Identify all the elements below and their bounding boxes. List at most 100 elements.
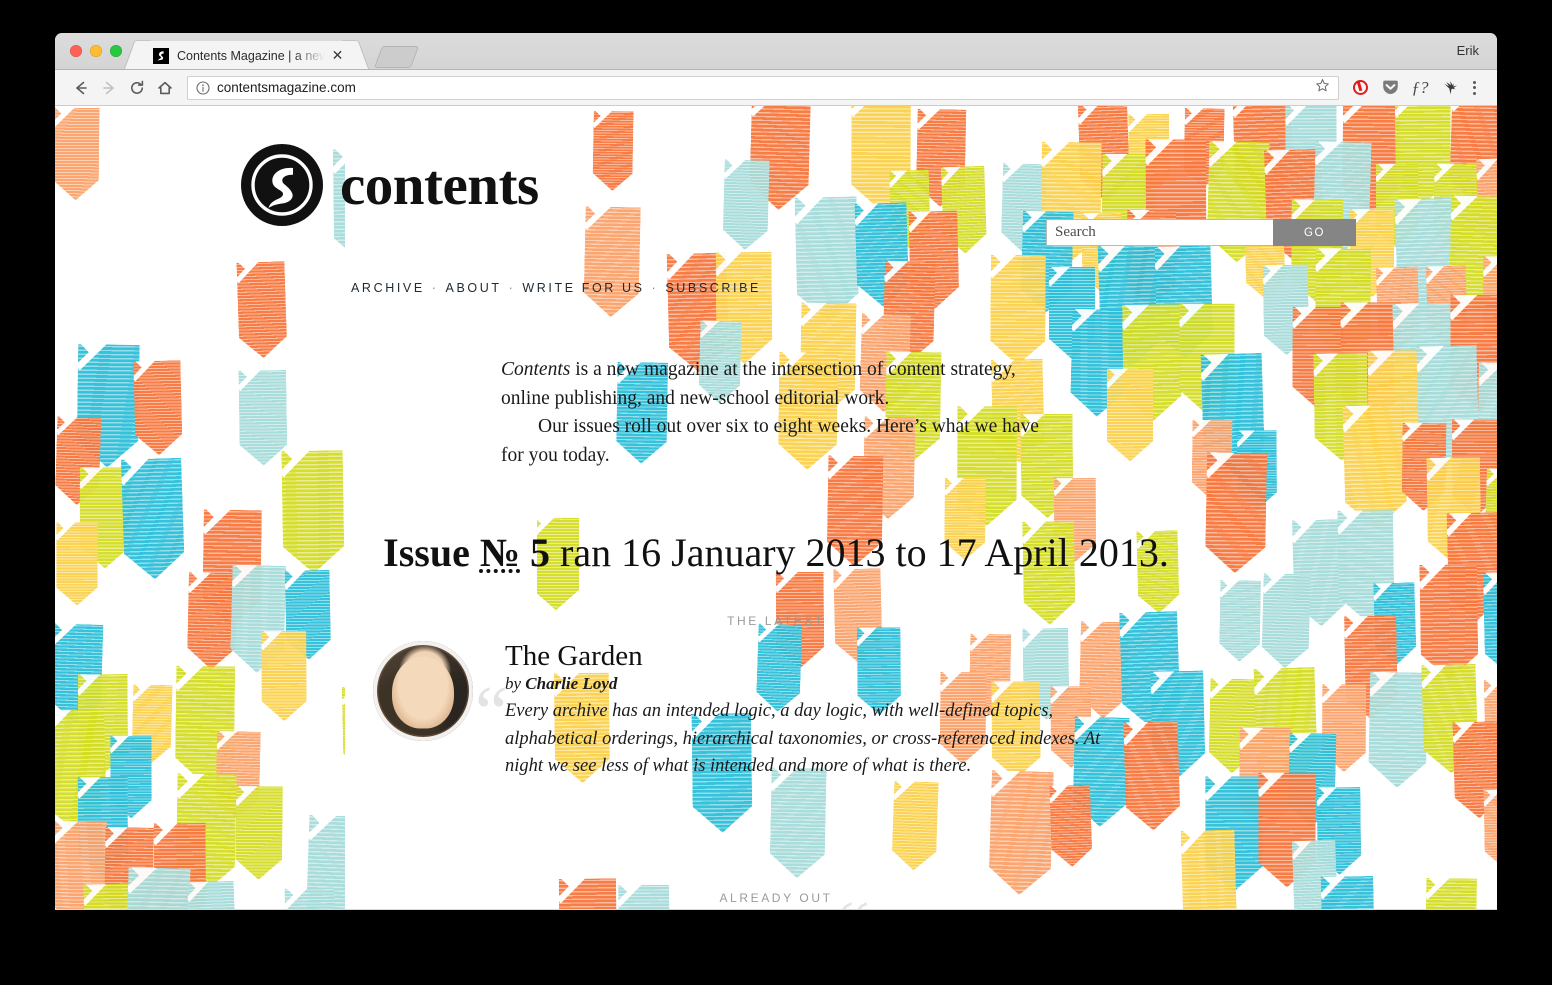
bookmark-shape	[1315, 248, 1371, 359]
issue-headline: Issue № 5 ran 16 January 2013 to 17 Apri…	[55, 531, 1497, 575]
nav-item-write-for-us[interactable]: WRITE FOR US	[522, 281, 644, 295]
bookmark-shape	[1376, 266, 1420, 351]
author-avatar-charlie-loyd	[373, 641, 473, 741]
desktop-background: Contents Magazine | a new magazine ✕ Eri…	[0, 0, 1552, 985]
bookmark-shape	[1368, 672, 1428, 789]
address-bar-url: contentsmagazine.com	[217, 80, 356, 95]
post-author[interactable]: Charlie Loyd	[525, 674, 617, 693]
bookmark-shape	[1070, 309, 1126, 418]
reload-icon[interactable]	[123, 74, 151, 102]
bookmark-shape	[1483, 257, 1497, 353]
site-search-form: GO	[1046, 219, 1356, 246]
bookmark-shape	[1477, 362, 1497, 471]
nav-item-subscribe[interactable]: SUBSCRIBE	[665, 281, 761, 295]
back-arrow-icon[interactable]	[67, 74, 95, 102]
bookmark-shape	[1119, 611, 1181, 729]
site-brand[interactable]: contents	[241, 144, 539, 226]
bookmark-shape	[1449, 195, 1497, 312]
pocket-extension-icon[interactable]	[1377, 75, 1403, 101]
bird-extension-icon[interactable]	[1437, 75, 1463, 101]
page-viewport: contents ARCHIVE · ABOUT · WRITE FOR US …	[55, 106, 1497, 909]
bookmark-shape	[889, 170, 931, 250]
bookmark-shape	[133, 361, 183, 457]
close-tab-button[interactable]: ✕	[330, 48, 345, 63]
bookmark-shape	[1049, 785, 1092, 868]
bookmark-shape	[1205, 776, 1263, 891]
intro-lead-italic: Contents	[501, 359, 571, 380]
site-wordmark: contents	[340, 153, 539, 217]
nav-item-about[interactable]: ABOUT	[446, 281, 502, 295]
issue-date-range: ran 16 January 2013 to 17 April 2013.	[550, 530, 1169, 575]
bookmark-shape	[1000, 163, 1047, 253]
bookmark-shape	[1239, 727, 1291, 830]
bookmark-shape	[716, 252, 773, 364]
close-window-button[interactable]	[70, 45, 82, 57]
bookmark-shape	[175, 666, 235, 785]
bookmark-shape	[1401, 423, 1446, 511]
nav-separator: ·	[431, 281, 439, 295]
bookmark-star-icon[interactable]	[1307, 78, 1330, 98]
post-excerpt-text: Every archive has an intended logic, a d…	[505, 701, 1101, 777]
chrome-browser-window: Contents Magazine | a new magazine ✕ Eri…	[55, 33, 1497, 910]
home-icon[interactable]	[151, 74, 179, 102]
section-label-already-out: ALREADY OUT	[719, 891, 833, 905]
bookmark-shape	[1290, 200, 1342, 303]
bookmark-shape	[1476, 158, 1497, 257]
search-input[interactable]	[1046, 219, 1273, 246]
bookmark-shape	[110, 735, 152, 818]
bookmark-shape	[76, 344, 139, 468]
bookmark-shape	[236, 786, 284, 880]
post-title[interactable]: The Garden	[505, 641, 1113, 672]
three-dot-menu-icon[interactable]	[1463, 75, 1485, 101]
bookmark-shape	[131, 684, 172, 763]
page-info-icon[interactable]	[196, 80, 210, 95]
bookmark-shape	[990, 255, 1046, 365]
bookmark-shape	[1367, 350, 1428, 470]
bookmark-shape	[882, 261, 935, 364]
footnote-extension-icon[interactable]: ƒ?	[1407, 75, 1433, 101]
bookmark-shape	[1237, 430, 1277, 510]
bookmark-shape	[1293, 307, 1344, 409]
browser-tab-active[interactable]: Contents Magazine | a new magazine ✕	[139, 41, 354, 70]
bookmark-shape	[1392, 302, 1453, 421]
bookmark-shape	[891, 781, 938, 871]
maximize-window-button[interactable]	[110, 45, 122, 57]
bookmark-shape	[237, 262, 288, 360]
bookmark-shape	[1350, 209, 1394, 297]
search-go-button[interactable]: GO	[1273, 219, 1356, 246]
new-tab-button[interactable]	[373, 46, 420, 68]
ghostery-extension-icon[interactable]	[1347, 75, 1373, 101]
minimize-window-button[interactable]	[90, 45, 102, 57]
bookmark-shape	[988, 770, 1054, 896]
bookmark-shape	[1313, 353, 1368, 461]
bookmark-shape	[55, 624, 103, 725]
bookmark-shape	[1263, 265, 1310, 356]
intro-line-1: is a new magazine at the intersection of…	[501, 359, 1016, 409]
bookmark-shape	[342, 686, 345, 772]
nav-item-archive[interactable]: ARCHIVE	[351, 281, 425, 295]
window-traffic-lights	[70, 45, 122, 57]
bookmark-shape	[1341, 302, 1402, 424]
browser-toolbar: contentsmagazine.com ƒ?	[55, 70, 1497, 106]
browser-profile-name[interactable]: Erik	[1457, 43, 1479, 58]
decorative-bookmark-pattern-left	[55, 106, 345, 909]
address-bar[interactable]: contentsmagazine.com	[187, 75, 1339, 100]
nav-separator: ·	[651, 281, 659, 295]
bookmark-shape	[1376, 164, 1418, 248]
forward-arrow-icon[interactable]	[95, 74, 123, 102]
post-the-garden[interactable]: The Garden by Charlie Loyd “Every archiv…	[373, 641, 1113, 781]
bookmark-shape	[909, 211, 960, 310]
bookmark-shape	[1258, 773, 1316, 888]
intro-paragraph-2: Our issues roll out over six to eight we…	[501, 416, 1039, 466]
bookmark-shape	[1123, 721, 1180, 831]
intro-paragraph-1: Contents is a new magazine at the inters…	[501, 356, 1046, 413]
bookmark-shape	[1201, 353, 1266, 477]
bookmark-shape	[77, 777, 128, 877]
bookmark-shape	[78, 674, 129, 774]
bookmark-shape	[583, 206, 641, 318]
bookmark-shape	[1179, 304, 1234, 415]
bookmark-shape	[1395, 198, 1458, 319]
bookmark-shape	[1287, 733, 1336, 827]
site-intro: Contents is a new magazine at the inters…	[501, 356, 1046, 471]
bookmark-shape	[216, 731, 262, 819]
